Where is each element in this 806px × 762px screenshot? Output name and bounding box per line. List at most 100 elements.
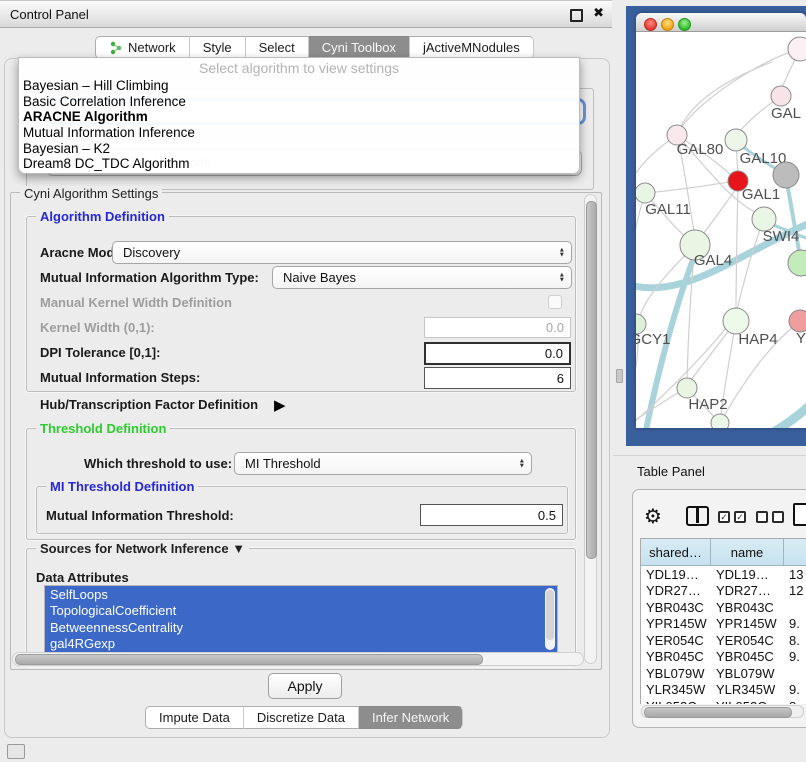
table-row[interactable]: YER054CYER054C8. <box>641 632 806 649</box>
algorithm-definition-title: Algorithm Definition <box>36 209 169 224</box>
aracne-mode-value: Discovery <box>123 245 180 260</box>
list-scrollbar-thumb[interactable] <box>546 590 554 640</box>
network-node[interactable] <box>788 250 806 276</box>
network-node-hap2[interactable] <box>677 378 697 398</box>
network-edge[interactable] <box>786 177 801 262</box>
tab-infer-network[interactable]: Infer Network <box>359 706 463 729</box>
tab-jactivemnodules[interactable]: jActiveMNodules <box>410 36 534 59</box>
attribute-item-gal4rgexp[interactable]: gal4RGexp <box>45 636 557 653</box>
panel-splitter-handle[interactable] <box>616 369 623 383</box>
column-header-a[interactable]: A <box>784 539 806 566</box>
zoom-traffic-light[interactable] <box>678 18 691 31</box>
control-panel-titlebar: Control Panel ✖ <box>0 0 612 28</box>
algorithm-option-aracne-algorithm[interactable]: ARACNE Algorithm <box>19 109 579 125</box>
kernel-width-field[interactable]: 0.0 <box>424 317 571 338</box>
settings-hscroll-thumb[interactable] <box>15 654 483 665</box>
network-node-gal10[interactable] <box>725 129 747 151</box>
node-table[interactable]: shared…nameAYDL19…YDL19…13YDR27…YDR27…12… <box>640 538 806 704</box>
table-row[interactable]: YBR045CYBR045C9. <box>641 649 806 666</box>
mi-threshold-field[interactable]: 0.5 <box>420 504 563 526</box>
column-layout-icon[interactable] <box>686 506 709 526</box>
which-threshold-combobox[interactable]: MI Threshold ▲▼ <box>234 452 532 475</box>
network-edge[interactable] <box>636 392 679 428</box>
tab-label: Network <box>128 40 176 55</box>
sources-collapse-icon[interactable]: ▼ <box>232 541 245 556</box>
tab-style[interactable]: Style <box>190 36 246 59</box>
tab-discretize-data[interactable]: Discretize Data <box>244 706 359 729</box>
table-row[interactable]: YPR145WYPR145W9. <box>641 616 806 633</box>
network-node-y[interactable] <box>789 310 806 332</box>
table-cell: 12 <box>784 583 806 600</box>
dpi-tolerance-field[interactable]: 0.0 <box>424 342 571 365</box>
network-edge[interactable] <box>677 62 772 135</box>
table-horizontal-scrollbar[interactable] <box>641 705 804 718</box>
mi-type-combobox[interactable]: Naive Bayes ▲▼ <box>272 266 572 289</box>
table-row[interactable]: YDL19…YDL19…13 <box>641 566 806 583</box>
attribute-item-topologicalcoefficient[interactable]: TopologicalCoefficient <box>45 603 557 620</box>
attribute-item-betweennesscentrality[interactable]: BetweennessCentrality <box>45 619 557 636</box>
algorithm-option-basic-correlation-inference[interactable]: Basic Correlation Inference <box>19 94 579 110</box>
mi-type-label: Mutual Information Algorithm Type: <box>40 270 259 285</box>
network-node[interactable] <box>788 37 806 61</box>
node-label-hap4: HAP4 <box>738 331 777 348</box>
network-edge[interactable] <box>636 193 645 315</box>
minimize-traffic-light[interactable] <box>661 18 674 31</box>
algorithm-option-dream8-dc-tdc-algorithm[interactable]: Dream8 DC_TDC Algorithm <box>19 156 579 172</box>
tab-label: Style <box>203 40 232 55</box>
manual-kernel-checkbox[interactable] <box>548 295 562 309</box>
mi-steps-field[interactable]: 6 <box>424 367 571 389</box>
table-cell <box>784 665 806 682</box>
table-row[interactable]: YDR27…YDR27…12 <box>641 583 806 600</box>
settings-horizontal-scrollbar[interactable] <box>12 652 584 666</box>
uncheck-all-icon-2[interactable] <box>772 511 784 523</box>
list-scrollbar[interactable] <box>545 588 555 650</box>
network-canvas[interactable]: GALGAL80GAL10GAL1GAL11SWI4GAL4GCY1HAP4YH… <box>636 31 806 428</box>
close-panel-icon[interactable]: ✖ <box>593 5 604 21</box>
hub-section-label: Hub/Transcription Factor Definition <box>40 397 258 412</box>
attribute-item-selfloops[interactable]: SelfLoops <box>45 586 557 603</box>
panel-grip-button[interactable] <box>7 744 25 759</box>
table-row[interactable]: YBR043CYBR043C <box>641 599 806 616</box>
algorithm-option-bayesian-k2[interactable]: Bayesian – K2 <box>19 140 579 156</box>
tab-label: Discretize Data <box>257 710 345 725</box>
network-node[interactable] <box>711 414 729 428</box>
aracne-mode-combobox[interactable]: Discovery ▲▼ <box>112 241 572 264</box>
hub-expander-icon[interactable]: ▶ <box>274 396 286 414</box>
file-icon[interactable] <box>793 503 806 526</box>
network-node-gal11[interactable] <box>636 183 655 203</box>
algorithm-option-mutual-information-inference[interactable]: Mutual Information Inference <box>19 125 579 141</box>
table-hscroll-thumb[interactable] <box>644 707 792 718</box>
table-cell: YBL079W <box>711 665 784 682</box>
tab-impute-data[interactable]: Impute Data <box>145 706 244 729</box>
close-traffic-light[interactable] <box>644 18 657 31</box>
network-node-gal[interactable] <box>771 86 791 106</box>
tab-select[interactable]: Select <box>246 36 309 59</box>
check-all-icon-2[interactable]: ✓ <box>734 511 746 523</box>
network-window-titlebar[interactable] <box>636 13 806 32</box>
tab-label: Cyni Toolbox <box>322 40 396 55</box>
settings-vertical-scrollbar[interactable] <box>584 194 597 664</box>
table-row[interactable]: YLR345WYLR345W9. <box>641 682 806 699</box>
table-cell: YDR27… <box>711 583 784 600</box>
apply-button[interactable]: Apply <box>268 673 342 699</box>
float-panel-icon[interactable] <box>570 9 583 22</box>
tab-network[interactable]: Network <box>95 36 190 59</box>
column-header-shared[interactable]: shared… <box>641 539 711 566</box>
network-edge[interactable] <box>737 219 764 310</box>
stepper-arrows-icon: ▲▼ <box>519 458 525 469</box>
table-row[interactable]: YIL052CYIL052C8. <box>641 698 806 704</box>
column-header-name[interactable]: name <box>711 539 784 566</box>
dropdown-prompt: Select algorithm to view settings <box>19 58 579 78</box>
kernel-width-value: 0.0 <box>546 320 564 335</box>
algorithm-option-bayesian-hill-climbing[interactable]: Bayesian – Hill Climbing <box>19 78 579 94</box>
check-all-icon[interactable]: ✓ <box>718 511 730 523</box>
uncheck-all-icon[interactable] <box>756 511 768 523</box>
table-settings-gear-icon[interactable]: ⚙ <box>644 504 662 529</box>
tab-cyni-toolbox[interactable]: Cyni Toolbox <box>309 36 410 59</box>
settings-vscroll-thumb[interactable] <box>586 201 597 559</box>
data-attributes-list[interactable]: SelfLoopsTopologicalCoefficientBetweenne… <box>44 585 558 657</box>
network-node[interactable] <box>773 162 799 188</box>
network-edge[interactable] <box>745 403 806 428</box>
mi-type-value: Naive Bayes <box>283 270 356 285</box>
table-row[interactable]: YBL079WYBL079W <box>641 665 806 682</box>
